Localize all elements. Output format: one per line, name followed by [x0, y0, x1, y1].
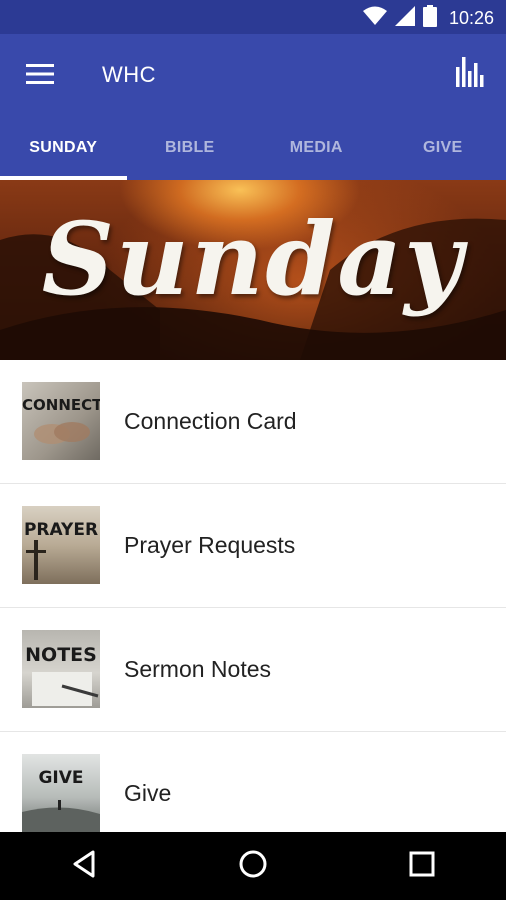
recents-button[interactable]	[392, 836, 452, 896]
prayer-thumbnail: PRAYER	[22, 506, 100, 584]
system-nav-bar	[0, 832, 506, 900]
back-button[interactable]	[54, 836, 114, 896]
tab-media[interactable]: MEDIA	[253, 116, 380, 180]
banner-title: Sunday	[41, 200, 465, 318]
signal-icon	[394, 5, 415, 31]
field-image	[22, 800, 100, 832]
cross-image	[26, 540, 46, 580]
stats-button[interactable]	[450, 54, 490, 94]
hands-image	[34, 422, 90, 444]
notes-thumbnail: NOTES	[22, 630, 100, 708]
status-bar: 10:26	[0, 0, 506, 34]
list-item-prayer-requests[interactable]: PRAYER Prayer Requests	[0, 484, 506, 608]
app-bar: WHC	[0, 34, 506, 116]
bar-chart-icon	[456, 56, 484, 92]
tab-give[interactable]: GIVE	[380, 116, 506, 180]
list-item-label: Connection Card	[124, 408, 297, 434]
recents-icon	[409, 851, 435, 882]
menu-button[interactable]	[20, 56, 60, 96]
list-item-label: Prayer Requests	[124, 532, 296, 558]
give-thumbnail: GIVE	[22, 754, 100, 832]
app-title: WHC	[102, 62, 157, 87]
tab-sunday[interactable]: SUNDAY	[0, 116, 127, 180]
list-item-label: Sermon Notes	[124, 656, 272, 682]
sunday-list: CONNECT Connection Card PRAYER Prayer Re…	[0, 360, 506, 856]
home-icon	[238, 849, 268, 884]
list-item-connection-card[interactable]: CONNECT Connection Card	[0, 360, 506, 484]
list-item-label: Give	[124, 780, 172, 806]
wifi-icon	[362, 6, 387, 31]
status-time: 10:26	[448, 7, 494, 28]
status-icons: 10:26	[362, 4, 494, 32]
home-button[interactable]	[223, 836, 283, 896]
battery-icon	[422, 4, 437, 32]
back-icon	[71, 850, 97, 883]
connect-thumbnail: CONNECT	[22, 382, 100, 460]
list-item-sermon-notes[interactable]: NOTES Sermon Notes	[0, 608, 506, 732]
tab-bible[interactable]: BIBLE	[127, 116, 254, 180]
sunday-banner: Sunday	[0, 180, 506, 360]
tab-bar: SUNDAY BIBLE MEDIA GIVE	[0, 116, 506, 180]
notebook-pen-image	[32, 672, 99, 706]
hamburger-menu-icon	[26, 63, 54, 89]
